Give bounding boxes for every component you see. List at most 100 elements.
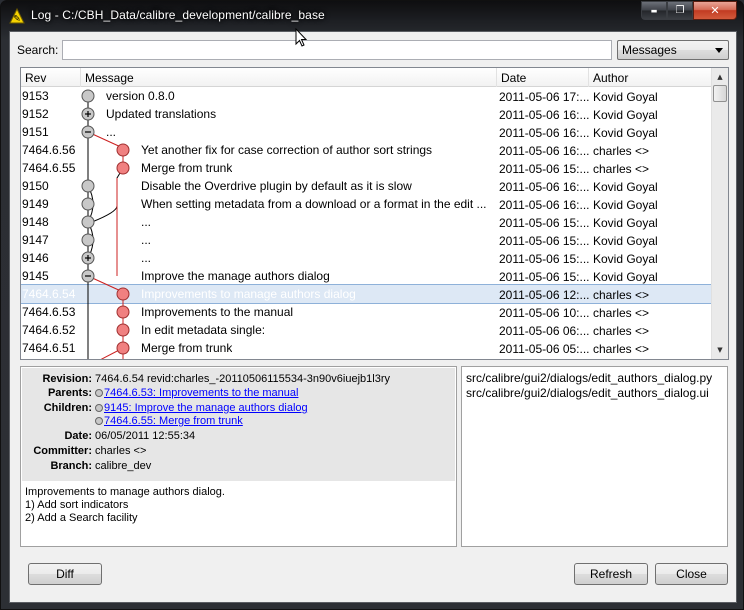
search-mode-select[interactable]: Messages bbox=[617, 40, 729, 60]
revision-cell: 7464.6.54 bbox=[22, 287, 76, 301]
column-header-author[interactable]: Author bbox=[589, 68, 711, 87]
title-bar[interactable]: ✎ Log - C:/CBH_Data/calibre_development/… bbox=[1, 1, 743, 31]
revision-value: 7464.6.54 revid:charles_-20110506115534-… bbox=[95, 373, 390, 385]
message-cell: Updated translations bbox=[106, 107, 217, 121]
message-cell: Yet another fix for case correction of a… bbox=[141, 143, 433, 157]
minimize-icon: ▬ bbox=[650, 6, 658, 15]
minimize-button[interactable]: ▬ bbox=[641, 1, 667, 20]
author-cell: Kovid Goyal bbox=[593, 270, 658, 284]
log-row[interactable]: 9145 Improve the manage authors dialog 201… bbox=[21, 267, 711, 285]
log-row[interactable]: 9150 Disable the Overdrive plugin by defa… bbox=[21, 177, 711, 195]
search-label: Search: bbox=[17, 43, 59, 57]
log-row[interactable]: 7464.6.51 Merge from trunk 2011-05-06 05:.… bbox=[21, 339, 711, 357]
log-window: ✎ Log - C:/CBH_Data/calibre_development/… bbox=[0, 0, 744, 610]
parents-label: Parents: bbox=[47, 387, 92, 399]
column-header-message[interactable]: Message bbox=[81, 68, 497, 87]
column-header-rev[interactable]: Rev bbox=[21, 68, 81, 87]
log-row[interactable]: 9148... 2011-05-06 15:... Kovid Goyal bbox=[21, 213, 711, 231]
close-window-button[interactable]: ✕ bbox=[693, 1, 737, 20]
message-cell: version 0.8.0 bbox=[106, 89, 175, 103]
revision-cell: 9149 bbox=[22, 197, 49, 211]
log-scrollbar[interactable]: ▲ ▼ bbox=[711, 68, 728, 359]
log-row[interactable]: 9147... 2011-05-06 15:... Kovid Goyal bbox=[21, 231, 711, 249]
revision-label: Revision: bbox=[42, 373, 92, 385]
author-cell: Kovid Goyal bbox=[593, 126, 658, 140]
date-cell: 2011-05-06 10:... bbox=[499, 306, 589, 320]
svg-text:✎: ✎ bbox=[13, 15, 21, 25]
parent-link-text[interactable]: 7464.6.53: Improvements to the manual bbox=[104, 387, 298, 399]
log-row[interactable]: 9146... 2011-05-06 15:... Kovid Goyal bbox=[21, 249, 711, 267]
file-item[interactable]: src/calibre/gui2/dialogs/edit_authors_di… bbox=[466, 386, 723, 401]
child-link[interactable]: 7464.6.55: Merge from trunk bbox=[95, 415, 243, 427]
revision-cell: 9146 bbox=[22, 251, 49, 265]
log-row[interactable]: 7464.6.54 Improvements to manage authors … bbox=[21, 284, 712, 304]
revision-cell: 7464.6.53 bbox=[22, 305, 76, 319]
child-link-text[interactable]: 7464.6.55: Merge from trunk bbox=[104, 415, 243, 427]
author-cell: charles <> bbox=[593, 306, 650, 320]
revision-details: Revision: 7464.6.54 revid:charles_-20110… bbox=[20, 366, 457, 547]
diff-button[interactable]: Diff bbox=[28, 563, 102, 585]
scroll-up-icon[interactable]: ▲ bbox=[712, 69, 728, 85]
child-link-text[interactable]: 9145: Improve the manage authors dialog bbox=[104, 402, 308, 414]
date-cell: 2011-05-06 15:... bbox=[499, 216, 589, 230]
message-cell: Merge from trunk bbox=[141, 161, 233, 175]
author-cell: Kovid Goyal bbox=[593, 252, 658, 266]
file-item[interactable]: src/calibre/gui2/dialogs/edit_authors_di… bbox=[466, 371, 723, 386]
child-link[interactable]: 9145: Improve the manage authors dialog bbox=[95, 402, 308, 414]
revision-cell: 9153 bbox=[22, 89, 49, 103]
log-row[interactable]: 7464.6.52 In edit metadata single: 2011-05… bbox=[21, 321, 711, 339]
message-cell: Disable the Overdrive plugin by default … bbox=[141, 179, 412, 193]
log-row[interactable]: 9152 Updated translations 2011-05-06 16:..… bbox=[21, 105, 711, 123]
log-row[interactable]: 9149 When setting metadata from a downloa… bbox=[21, 195, 711, 213]
revision-cell: 7464.6.51 bbox=[22, 341, 76, 355]
revision-cell: 9147 bbox=[22, 233, 49, 247]
message-cell: Improve the manage authors dialog bbox=[141, 269, 330, 283]
revision-cell: 9145 bbox=[22, 269, 49, 283]
dialog-body: Search: Messages Rev Message Date Author… bbox=[9, 31, 737, 603]
commit-message-line: 2) Add a Search facility bbox=[25, 512, 138, 524]
revision-cell: 9151 bbox=[22, 125, 49, 139]
chevron-down-icon bbox=[715, 48, 723, 53]
date-cell: 2011-05-06 15:... bbox=[499, 252, 589, 266]
maximize-icon: ❐ bbox=[675, 5, 685, 16]
search-input[interactable] bbox=[62, 40, 612, 60]
parent-link[interactable]: 7464.6.53: Improvements to the manual bbox=[95, 387, 298, 399]
message-cell: ... bbox=[141, 251, 152, 265]
log-row[interactable]: 7464.6.53 Improvements to the manual 2011-… bbox=[21, 303, 711, 321]
revision-log-list[interactable]: Rev Message Date Author 9153 version 0.8.… bbox=[20, 67, 729, 360]
log-row[interactable]: 9151... 2011-05-06 16:... Kovid Goyal bbox=[21, 123, 711, 141]
maximize-button[interactable]: ❐ bbox=[667, 1, 693, 20]
scroll-down-icon[interactable]: ▼ bbox=[712, 342, 728, 358]
commit-message-line: 1) Add sort indicators bbox=[25, 499, 129, 511]
author-cell: Kovid Goyal bbox=[593, 216, 658, 230]
window-title: Log - C:/CBH_Data/calibre_development/ca… bbox=[31, 8, 325, 22]
branch-value: calibre_dev bbox=[95, 460, 152, 472]
message-cell: Merge from trunk bbox=[141, 341, 233, 355]
log-row[interactable]: 9153 version 0.8.0 2011-05-06 17:... Kovid … bbox=[21, 87, 711, 105]
close-button[interactable]: Close bbox=[655, 563, 728, 585]
revision-cell: 7464.6.52 bbox=[22, 323, 76, 337]
committer-label: Committer: bbox=[33, 445, 92, 457]
author-cell: Kovid Goyal bbox=[593, 90, 658, 104]
author-cell: Kovid Goyal bbox=[593, 180, 658, 194]
message-cell: Improvements to the manual bbox=[141, 305, 294, 319]
author-cell: charles <> bbox=[593, 342, 650, 356]
refresh-button[interactable]: Refresh bbox=[574, 563, 648, 585]
date-cell: 2011-05-06 05:... bbox=[499, 342, 589, 356]
search-mode-value: Messages bbox=[622, 43, 677, 57]
message-cell: ... bbox=[141, 233, 152, 247]
author-cell: charles <> bbox=[593, 324, 650, 338]
revision-node-icon bbox=[95, 389, 103, 397]
author-cell: charles <> bbox=[593, 144, 650, 158]
bazaar-app-icon: ✎ bbox=[9, 8, 25, 24]
close-icon: ✕ bbox=[710, 4, 720, 17]
changed-files-list[interactable]: src/calibre/gui2/dialogs/edit_authors_di… bbox=[461, 366, 728, 547]
author-cell: Kovid Goyal bbox=[593, 198, 658, 212]
message-cell: When setting metadata from a download or… bbox=[141, 197, 487, 211]
log-row[interactable]: 7464.6.55 Merge from trunk 2011-05-06 15:.… bbox=[21, 159, 711, 177]
column-header-date[interactable]: Date bbox=[497, 68, 589, 87]
date-cell: 2011-05-06 16:... bbox=[499, 198, 589, 212]
log-row[interactable]: 7464.6.56 Yet another fix for case correc… bbox=[21, 141, 711, 159]
scrollbar-thumb[interactable] bbox=[713, 85, 727, 102]
message-cell: ... bbox=[141, 215, 152, 229]
